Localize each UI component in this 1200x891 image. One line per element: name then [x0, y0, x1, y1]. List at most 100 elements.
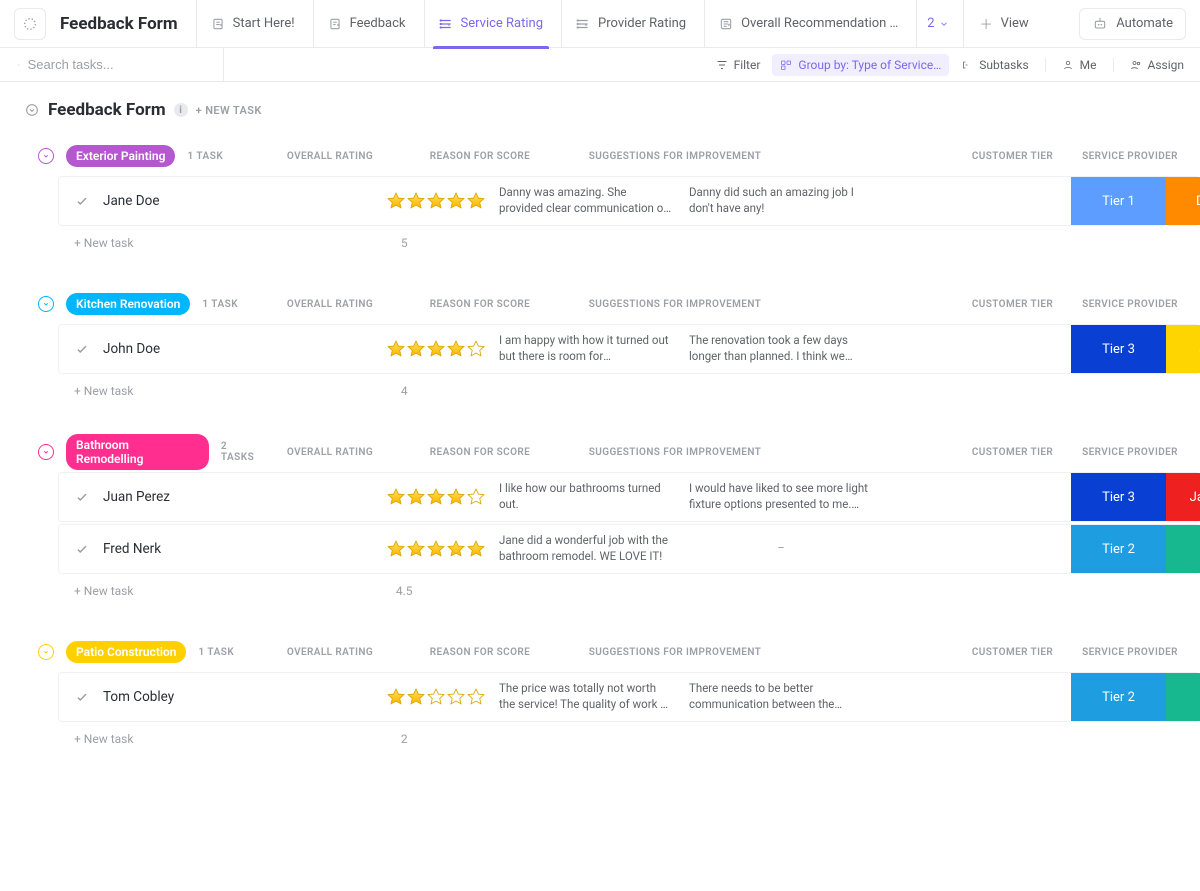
new-task-button[interactable]: + New task: [58, 584, 354, 598]
cell-overall-rating[interactable]: [381, 687, 491, 707]
column-header-customer-tier[interactable]: CUSTOMER TIER: [965, 151, 1060, 162]
task-row[interactable]: Fred Nerk Jane did a wonderful job with t…: [58, 524, 1200, 574]
cell-suggestions[interactable]: The renovation took a few days longer th…: [681, 333, 881, 364]
view-tab[interactable]: Feedback: [313, 0, 420, 48]
cell-reason[interactable]: I like how our bathrooms turned out.: [491, 481, 681, 512]
task-row[interactable]: John Doe I am happy with how it turned ou…: [58, 324, 1200, 374]
column-header-reason[interactable]: REASON FOR SCORE: [385, 647, 575, 658]
view-tab[interactable]: Start Here!: [196, 0, 309, 48]
group-by-label: Group by: Type of Service…: [798, 58, 941, 72]
column-header-rating[interactable]: OVERALL RATING: [275, 299, 385, 310]
chevron-down-icon: [939, 19, 949, 29]
group-badge[interactable]: Kitchen Renovation: [66, 293, 190, 315]
column-header-reason[interactable]: REASON FOR SCORE: [385, 447, 575, 458]
group-badge[interactable]: Bathroom Remodelling: [66, 434, 209, 470]
cell-customer-tier[interactable]: Tier 3: [1071, 325, 1166, 373]
star-icon: [406, 539, 426, 559]
column-header-rating[interactable]: OVERALL RATING: [275, 447, 385, 458]
column-header-service-provider[interactable]: SERVICE PROVIDER: [1060, 151, 1200, 162]
column-header-suggestions[interactable]: SUGGESTIONS FOR IMPROVEMENT: [575, 151, 775, 162]
cell-overall-rating[interactable]: [381, 191, 491, 211]
me-button[interactable]: Me: [1054, 54, 1105, 76]
group-collapse-toggle[interactable]: [38, 148, 54, 164]
column-header-customer-tier[interactable]: CUSTOMER TIER: [965, 647, 1060, 658]
column-header-rating[interactable]: OVERALL RATING: [275, 647, 385, 658]
new-task-button[interactable]: + New task: [58, 732, 354, 746]
cell-service-provider[interactable]: Jane Smith: [1166, 525, 1200, 573]
add-view-button[interactable]: ＋ View: [963, 0, 1045, 48]
task-row[interactable]: Jane Doe Danny was amazing. She provided …: [58, 176, 1200, 226]
status-checkmark-icon[interactable]: [75, 542, 89, 556]
status-checkmark-icon[interactable]: [75, 690, 89, 704]
column-header-customer-tier[interactable]: CUSTOMER TIER: [965, 447, 1060, 458]
hidden-views-dropdown[interactable]: 2: [916, 0, 958, 48]
column-header-customer-tier[interactable]: CUSTOMER TIER: [965, 299, 1060, 310]
cell-reason[interactable]: Danny was amazing. She provided clear co…: [491, 185, 681, 216]
group-by-button[interactable]: Group by: Type of Service…: [772, 54, 949, 76]
chevron-down-circle-icon[interactable]: [24, 102, 40, 118]
cell-overall-rating[interactable]: [381, 339, 491, 359]
view-tab[interactable]: Service Rating: [424, 0, 558, 48]
column-header-reason[interactable]: REASON FOR SCORE: [385, 299, 575, 310]
view-tab[interactable]: Overall Recommendation …: [704, 0, 912, 48]
new-task-button[interactable]: + New task: [58, 384, 354, 398]
cell-overall-rating[interactable]: [381, 539, 491, 559]
star-icon: [446, 687, 466, 707]
info-icon[interactable]: i: [174, 103, 188, 117]
automate-button[interactable]: Automate: [1079, 8, 1186, 40]
group-task-count: 1 TASK: [198, 647, 234, 658]
cell-suggestions[interactable]: There needs to be better communication b…: [681, 681, 881, 712]
status-checkmark-icon[interactable]: [75, 194, 89, 208]
dotted-circle-icon: [22, 16, 38, 32]
search-input[interactable]: [28, 57, 204, 72]
column-header-reason[interactable]: REASON FOR SCORE: [385, 151, 575, 162]
cell-suggestions[interactable]: –: [681, 541, 881, 557]
column-header-suggestions[interactable]: SUGGESTIONS FOR IMPROVEMENT: [575, 647, 775, 658]
cell-service-provider[interactable]: Danny Rogers: [1166, 177, 1200, 225]
cell-suggestions[interactable]: I would have liked to see more light fix…: [681, 481, 881, 512]
chevron-down-icon: [212, 59, 213, 71]
cell-service-provider[interactable]: John Adams: [1166, 325, 1200, 373]
star-icon: [386, 487, 406, 507]
new-task-button[interactable]: + New task: [58, 236, 354, 250]
column-header-suggestions[interactable]: SUGGESTIONS FOR IMPROVEMENT: [575, 299, 775, 310]
search-box[interactable]: [0, 48, 224, 82]
cell-reason[interactable]: Jane did a wonderful job with the bathro…: [491, 533, 681, 564]
cell-overall-rating[interactable]: [381, 487, 491, 507]
column-header-suggestions[interactable]: SUGGESTIONS FOR IMPROVEMENT: [575, 447, 775, 458]
task-row[interactable]: Tom Cobley The price was totally not wort…: [58, 672, 1200, 722]
task-name[interactable]: Tom Cobley: [103, 689, 174, 705]
list-emblem-button[interactable]: [14, 8, 46, 40]
task-name[interactable]: Juan Perez: [103, 489, 170, 505]
task-name[interactable]: John Doe: [103, 341, 160, 357]
status-checkmark-icon[interactable]: [75, 490, 89, 504]
group-collapse-toggle[interactable]: [38, 296, 54, 312]
status-checkmark-icon[interactable]: [75, 342, 89, 356]
cell-customer-tier[interactable]: Tier 2: [1071, 525, 1166, 573]
group-collapse-toggle[interactable]: [38, 444, 54, 460]
view-tab[interactable]: Provider Rating: [561, 0, 700, 48]
new-task-button-top[interactable]: + NEW TASK: [196, 104, 262, 117]
cell-suggestions[interactable]: Danny did such an amazing job I don't ha…: [681, 185, 881, 216]
cell-customer-tier[interactable]: Tier 1: [1071, 177, 1166, 225]
cell-reason[interactable]: The price was totally not worth the serv…: [491, 681, 681, 712]
cell-customer-tier[interactable]: Tier 2: [1071, 673, 1166, 721]
group-collapse-toggle[interactable]: [38, 644, 54, 660]
star-icon: [406, 339, 426, 359]
column-header-service-provider[interactable]: SERVICE PROVIDER: [1060, 447, 1200, 458]
cell-service-provider[interactable]: James Johnson: [1166, 473, 1200, 521]
cell-reason[interactable]: I am happy with how it turned out but th…: [491, 333, 681, 364]
column-header-service-provider[interactable]: SERVICE PROVIDER: [1060, 299, 1200, 310]
column-header-rating[interactable]: OVERALL RATING: [275, 151, 385, 162]
subtasks-button[interactable]: Subtasks: [953, 54, 1036, 76]
cell-service-provider[interactable]: Jane Smith: [1166, 673, 1200, 721]
task-name[interactable]: Fred Nerk: [103, 541, 161, 557]
assignees-button[interactable]: Assign: [1122, 54, 1193, 76]
filter-button[interactable]: Filter: [708, 54, 769, 76]
cell-customer-tier[interactable]: Tier 3: [1071, 473, 1166, 521]
group-badge[interactable]: Exterior Painting: [66, 145, 175, 167]
group-badge[interactable]: Patio Construction: [66, 641, 186, 663]
column-header-service-provider[interactable]: SERVICE PROVIDER: [1060, 647, 1200, 658]
task-row[interactable]: Juan Perez I like how our bathrooms turne…: [58, 472, 1200, 522]
task-name[interactable]: Jane Doe: [103, 193, 159, 209]
